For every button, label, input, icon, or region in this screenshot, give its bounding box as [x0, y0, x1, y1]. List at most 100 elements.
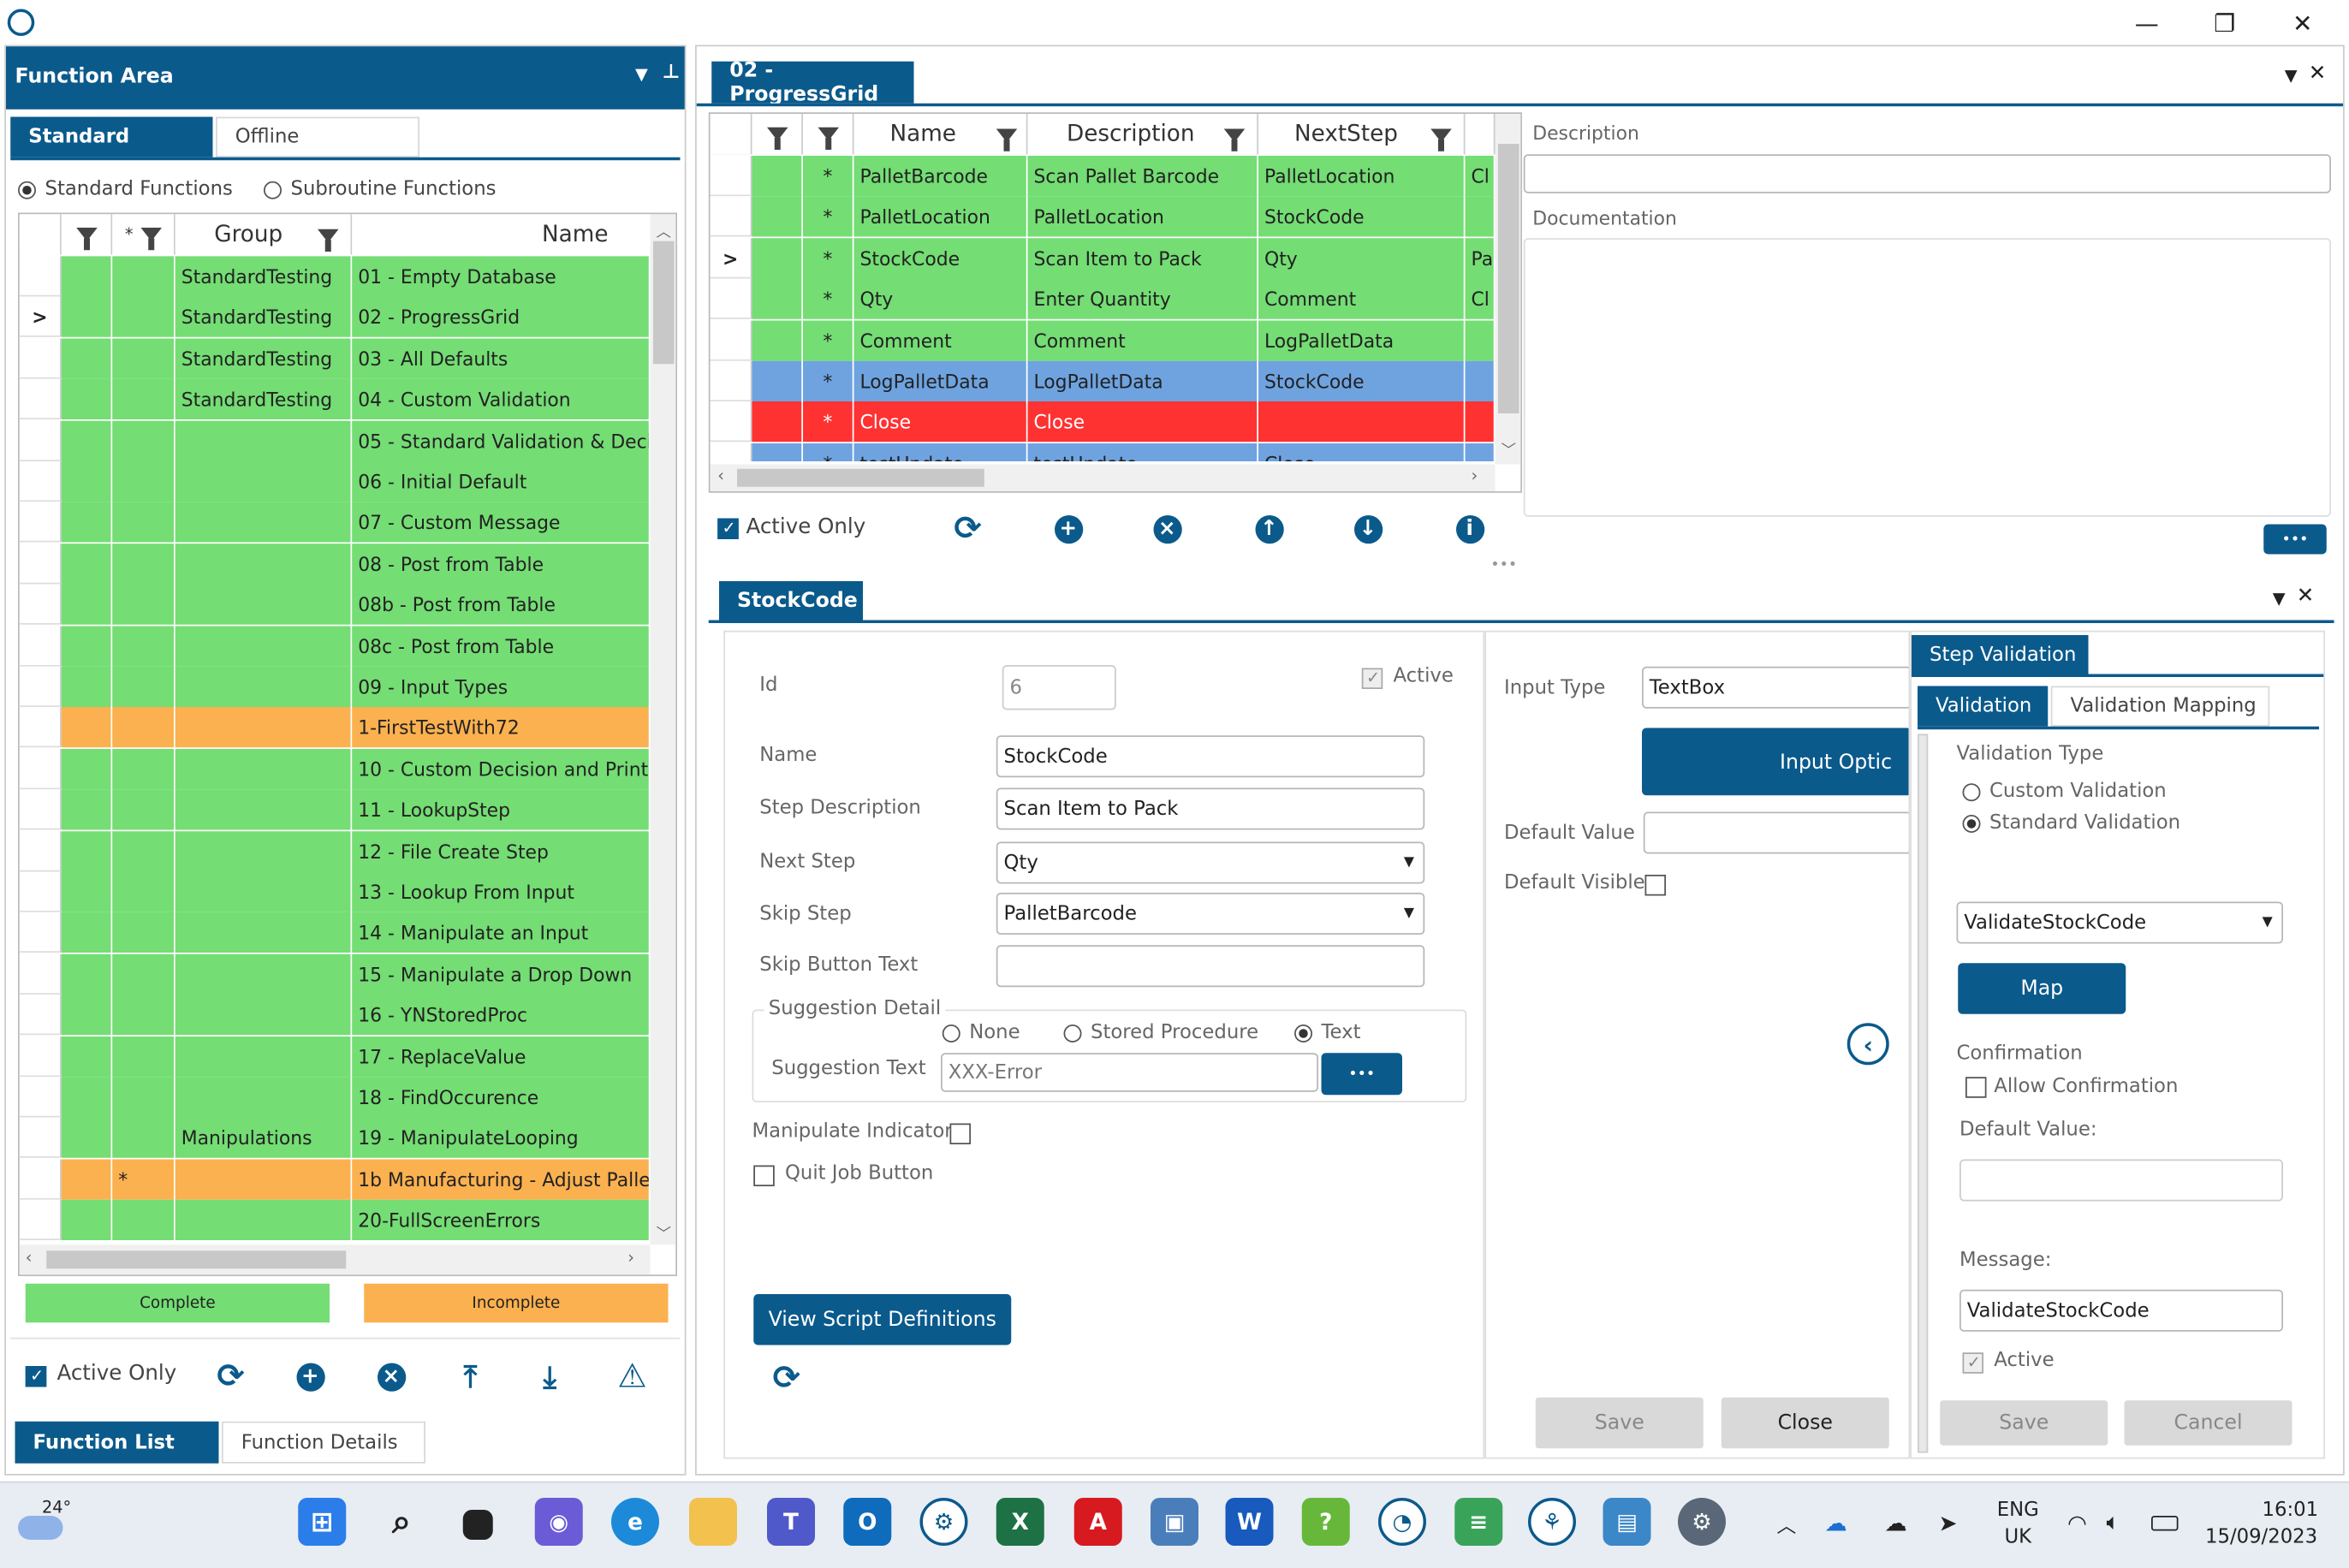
refresh-icon[interactable]: ⟳ — [208, 1357, 253, 1397]
confirmation-default-value-field[interactable] — [1959, 1159, 2283, 1202]
tab-standard[interactable]: Standard — [10, 116, 213, 157]
filter-status-icon[interactable] — [752, 114, 803, 155]
suggestion-more-button[interactable]: ••• — [1321, 1053, 1402, 1096]
table-row[interactable]: * Qty Enter Quantity Comment Cl — [710, 278, 1496, 320]
splitter-grip-icon[interactable]: ••• — [1490, 558, 1550, 573]
default-visible-checkbox[interactable] — [1644, 875, 1666, 896]
name-field[interactable]: StockCode — [996, 735, 1425, 778]
pin-icon[interactable]: ⊥ — [663, 62, 681, 84]
add-step-icon[interactable]: + — [1046, 509, 1091, 549]
help-icon[interactable]: ? — [1301, 1498, 1350, 1546]
app-icon-2[interactable]: ⚙ — [919, 1498, 968, 1546]
table-row[interactable]: 08b - Post from Table — [19, 584, 649, 626]
dropdown-icon[interactable]: ▼ — [2285, 66, 2298, 86]
table-row[interactable]: 17 - ReplaceValue — [19, 1036, 649, 1077]
table-row[interactable]: StandardTesting 03 - All Defaults — [19, 338, 649, 379]
upload-icon[interactable]: ⤒ — [448, 1357, 493, 1397]
download-icon[interactable]: ⤓ — [527, 1357, 573, 1397]
header-step-name[interactable]: Name — [853, 114, 1028, 155]
maximize-button[interactable]: ❐ — [2191, 0, 2260, 45]
table-row[interactable]: * LogPalletData LogPalletData StockCode — [710, 360, 1496, 401]
teams-icon[interactable]: T — [767, 1498, 815, 1546]
table-row[interactable]: StandardTesting 04 - Custom Validation — [19, 379, 649, 420]
scroll-thumb[interactable] — [653, 241, 675, 365]
filter-status-icon[interactable] — [61, 214, 113, 255]
active-only-checkbox[interactable] — [717, 518, 739, 539]
scroll-up-icon[interactable]: ︿ — [657, 219, 672, 241]
file-explorer-icon[interactable] — [689, 1498, 737, 1546]
input-type-field[interactable]: TextBox — [1642, 666, 1909, 709]
documentation-more-button[interactable]: ••• — [2263, 524, 2327, 555]
info-icon[interactable]: i — [1448, 509, 1493, 549]
radio-standard-validation[interactable]: Standard Validation — [1962, 812, 2180, 834]
table-row[interactable]: 12 - File Create Step — [19, 830, 649, 871]
tab-stockcode[interactable]: StockCode — [719, 581, 863, 621]
table-row[interactable]: 15 - Manipulate a Drop Down — [19, 953, 649, 995]
radio-stored-procedure[interactable]: Stored Procedure — [1063, 1022, 1258, 1044]
manipulate-indicator-checkbox[interactable] — [949, 1123, 971, 1144]
table-row[interactable]: * PalletLocation PalletLocation StockCode — [710, 196, 1496, 238]
vertical-scrollbar[interactable]: ﹀ — [1495, 114, 1521, 465]
refresh-icon[interactable]: ⟳ — [945, 509, 990, 549]
location-icon[interactable]: ➤ — [1939, 1510, 1958, 1537]
table-row[interactable]: > StandardTesting 02 - ProgressGrid — [19, 297, 649, 338]
description-field[interactable] — [1523, 154, 2331, 193]
save-step-button[interactable]: Save — [1535, 1397, 1704, 1449]
table-row[interactable]: 08 - Post from Table — [19, 543, 649, 585]
table-row[interactable]: 20-FullScreenErrors — [19, 1200, 649, 1241]
next-step-select[interactable]: Qty ▼ — [996, 841, 1425, 884]
clock-date[interactable]: 15/09/2023 — [2205, 1526, 2317, 1548]
add-icon[interactable]: + — [288, 1357, 333, 1397]
validation-cancel-button[interactable]: Cancel — [2124, 1400, 2293, 1446]
move-down-icon[interactable]: ↓ — [1346, 509, 1391, 549]
map-button[interactable]: Map — [1958, 963, 2126, 1014]
horizontal-scrollbar[interactable]: ‹ › — [710, 464, 1496, 491]
outlook-icon[interactable]: O — [843, 1498, 892, 1546]
minimize-button[interactable]: — — [2113, 0, 2182, 45]
monitor-app-icon[interactable]: ▤ — [1603, 1498, 1651, 1546]
tab-validation[interactable]: Validation — [1918, 686, 2049, 727]
table-row[interactable]: 14 - Manipulate an Input — [19, 912, 649, 953]
radio-custom-validation[interactable]: Custom Validation — [1962, 781, 2167, 803]
quit-job-checkbox[interactable] — [753, 1165, 775, 1186]
tab-function-list[interactable]: Function List — [15, 1421, 219, 1464]
header-step-description[interactable]: Description — [1027, 114, 1258, 155]
radio-none[interactable]: None — [942, 1022, 1020, 1044]
h-scroll-thumb[interactable] — [46, 1250, 347, 1269]
move-up-icon[interactable]: ↑ — [1246, 509, 1292, 549]
table-row[interactable]: 05 - Standard Validation & Decisio — [19, 420, 649, 461]
skip-step-select[interactable]: PalletBarcode ▼ — [996, 893, 1425, 935]
remote-desktop-icon[interactable]: ▣ — [1151, 1498, 1198, 1546]
tab-validation-mapping[interactable]: Validation Mapping — [2050, 686, 2270, 727]
table-row[interactable]: 11 - LookupStep — [19, 789, 649, 830]
delete-step-icon[interactable]: × — [1145, 509, 1190, 549]
skip-button-text-field[interactable] — [996, 945, 1425, 988]
allow-confirmation-checkbox[interactable] — [1965, 1077, 1987, 1098]
battery-icon[interactable] — [2151, 1516, 2179, 1531]
header-name[interactable]: Name — [352, 214, 652, 255]
filter-star-icon[interactable] — [803, 114, 854, 155]
language-code[interactable]: ENG — [1997, 1500, 2039, 1522]
tab-step-validation[interactable]: Step Validation — [1912, 635, 2089, 674]
table-row[interactable]: 1-FirstTestWith72 — [19, 707, 649, 748]
close-window-button[interactable]: ✕ — [2269, 0, 2338, 45]
tray-chevron-icon[interactable]: ︿ — [1777, 1510, 1797, 1538]
scroll-down-icon[interactable]: ﹀ — [657, 1221, 672, 1243]
validation-select[interactable]: ValidateStockCode ▼ — [1956, 901, 2283, 944]
table-row[interactable]: * Comment Comment LogPalletData — [710, 319, 1496, 361]
header-star-filter[interactable]: * — [112, 214, 175, 255]
excel-icon[interactable]: X — [996, 1498, 1044, 1546]
table-row[interactable]: 08c - Post from Table — [19, 625, 649, 667]
table-row[interactable]: Manipulations 19 - ManipulateLooping — [19, 1118, 649, 1159]
dropdown-icon[interactable]: ▼ — [635, 64, 648, 84]
table-row[interactable]: 16 - YNStoredProc — [19, 995, 649, 1036]
radio-subroutine-functions[interactable]: Subroutine Functions — [264, 178, 497, 201]
validation-active-checkbox[interactable] — [1962, 1352, 1983, 1374]
header-next-step[interactable]: NextStep — [1258, 114, 1466, 155]
search-icon[interactable]: ⌕ — [378, 1498, 425, 1546]
table-row[interactable]: * PalletBarcode Scan Pallet Barcode PalletL… — [710, 156, 1496, 197]
refresh-icon[interactable]: ⟳ — [764, 1358, 810, 1398]
onedrive-icon[interactable]: ☁ — [1825, 1510, 1847, 1537]
dropdown-icon[interactable]: ▼ — [2273, 589, 2286, 609]
h-scroll-thumb[interactable] — [737, 468, 984, 487]
